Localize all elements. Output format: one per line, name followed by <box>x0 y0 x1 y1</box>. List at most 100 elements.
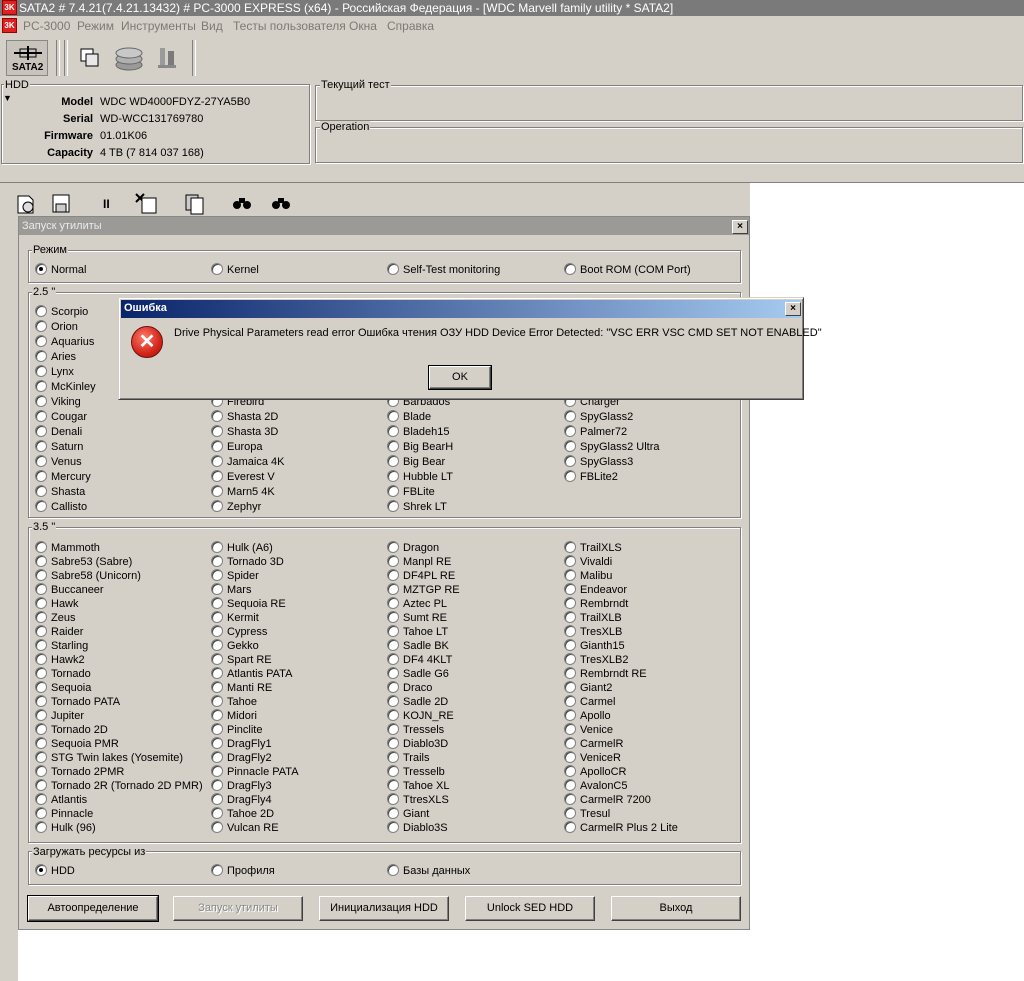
model-radio-3-5[interactable]: Rembrndt <box>564 597 628 610</box>
model-radio-3-5[interactable]: Tornado 3D <box>211 555 284 568</box>
model-radio-2-5[interactable]: Shasta 3D <box>211 425 278 438</box>
model-radio-2-5[interactable]: SpyGlass2 Ultra <box>564 440 659 453</box>
radio-button-icon[interactable] <box>564 410 576 422</box>
radio-button-icon[interactable] <box>35 765 47 777</box>
radio-button-icon[interactable] <box>35 821 47 833</box>
radio-button-icon[interactable] <box>211 864 223 876</box>
model-radio-2-5[interactable]: SpyGlass2 <box>564 410 633 423</box>
resource-source-radio[interactable]: HDD <box>35 864 75 877</box>
menu-view[interactable]: Вид <box>201 19 223 33</box>
radio-button-icon[interactable] <box>387 639 399 651</box>
model-radio-3-5[interactable]: Manti RE <box>211 681 272 694</box>
radio-button-icon[interactable] <box>387 821 399 833</box>
model-radio-3-5[interactable]: Sequoia RE <box>211 597 286 610</box>
radio-button-icon[interactable] <box>211 765 223 777</box>
radio-button-icon[interactable] <box>35 305 47 317</box>
model-radio-3-5[interactable]: DF4PL RE <box>387 569 455 582</box>
radio-button-icon[interactable] <box>387 695 399 707</box>
model-radio-3-5[interactable]: Hawk <box>35 597 79 610</box>
radio-button-icon[interactable] <box>564 821 576 833</box>
model-radio-3-5[interactable]: Hulk (96) <box>35 821 96 834</box>
model-radio-3-5[interactable]: Gekko <box>211 639 259 652</box>
radio-button-icon[interactable] <box>35 667 47 679</box>
radio-button-icon[interactable] <box>35 263 47 275</box>
model-radio-2-5[interactable]: FBLite <box>387 485 435 498</box>
radio-button-icon[interactable] <box>211 695 223 707</box>
model-radio-3-5[interactable]: MZTGP RE <box>387 583 460 596</box>
radio-button-icon[interactable] <box>564 583 576 595</box>
radio-button-icon[interactable] <box>35 320 47 332</box>
radio-button-icon[interactable] <box>387 625 399 637</box>
radio-button-icon[interactable] <box>387 611 399 623</box>
radio-button-icon[interactable] <box>35 751 47 763</box>
radio-button-icon[interactable] <box>387 807 399 819</box>
model-radio-2-5[interactable]: Palmer72 <box>564 425 627 438</box>
radio-button-icon[interactable] <box>211 470 223 482</box>
model-radio-2-5[interactable]: Zephyr <box>211 500 261 513</box>
model-radio-3-5[interactable]: ApolloCR <box>564 765 626 778</box>
model-radio-2-5[interactable]: Shrek LT <box>387 500 447 513</box>
autodetect-button[interactable]: Автоопределение <box>27 895 159 922</box>
radio-button-icon[interactable] <box>564 667 576 679</box>
radio-button-icon[interactable] <box>211 263 223 275</box>
model-radio-2-5[interactable]: Mercury <box>35 470 91 483</box>
radio-button-icon[interactable] <box>35 395 47 407</box>
model-radio-3-5[interactable]: DragFly3 <box>211 779 272 792</box>
radio-button-icon[interactable] <box>35 555 47 567</box>
radio-button-icon[interactable] <box>564 737 576 749</box>
model-radio-3-5[interactable]: Hulk (A6) <box>211 541 273 554</box>
radio-button-icon[interactable] <box>211 625 223 637</box>
radio-button-icon[interactable] <box>387 485 399 497</box>
model-radio-3-5[interactable]: Carmel <box>564 695 615 708</box>
radio-button-icon[interactable] <box>564 611 576 623</box>
radio-button-icon[interactable] <box>564 695 576 707</box>
radio-button-icon[interactable] <box>35 365 47 377</box>
model-radio-2-5[interactable]: Hubble LT <box>387 470 453 483</box>
model-radio-3-5[interactable]: Tresul <box>564 807 610 820</box>
radio-button-icon[interactable] <box>35 681 47 693</box>
model-radio-3-5[interactable]: AvalonC5 <box>564 779 628 792</box>
unlock-sed-button[interactable]: Unlock SED HDD <box>465 896 595 921</box>
radio-button-icon[interactable] <box>564 263 576 275</box>
model-radio-3-5[interactable]: Jupiter <box>35 709 84 722</box>
error-dialog-close-button[interactable]: × <box>785 302 801 316</box>
menu-help[interactable]: Справка <box>387 19 434 33</box>
model-radio-3-5[interactable]: Sequoia <box>35 681 91 694</box>
radio-button-icon[interactable] <box>35 455 47 467</box>
model-radio-3-5[interactable]: Tahoe LT <box>387 625 448 638</box>
radio-button-icon[interactable] <box>387 500 399 512</box>
radio-button-icon[interactable] <box>387 737 399 749</box>
model-radio-2-5[interactable]: SpyGlass3 <box>564 455 633 468</box>
model-radio-3-5[interactable]: Tahoe <box>211 695 257 708</box>
gear-document-icon[interactable] <box>14 192 38 216</box>
radio-button-icon[interactable] <box>564 440 576 452</box>
model-radio-3-5[interactable]: Aztec PL <box>387 597 447 610</box>
radio-button-icon[interactable] <box>564 793 576 805</box>
radio-button-icon[interactable] <box>35 569 47 581</box>
radio-button-icon[interactable] <box>35 695 47 707</box>
model-radio-3-5[interactable]: TrailXLS <box>564 541 622 554</box>
model-radio-3-5[interactable]: Tressels <box>387 723 444 736</box>
radio-button-icon[interactable] <box>211 611 223 623</box>
radio-button-icon[interactable] <box>211 555 223 567</box>
model-radio-3-5[interactable]: Sadle BK <box>387 639 449 652</box>
radio-button-icon[interactable] <box>387 410 399 422</box>
model-radio-3-5[interactable]: Pinnacle <box>35 807 93 820</box>
model-radio-3-5[interactable]: Sequoia PMR <box>35 737 119 750</box>
model-radio-3-5[interactable]: Tornado PATA <box>35 695 120 708</box>
model-radio-3-5[interactable]: Raider <box>35 625 83 638</box>
radio-button-icon[interactable] <box>211 793 223 805</box>
mode-option-radio[interactable]: Boot ROM (COM Port) <box>564 263 691 276</box>
model-radio-3-5[interactable]: CarmelR <box>564 737 623 750</box>
model-radio-3-5[interactable]: Mammoth <box>35 541 100 554</box>
radio-button-icon[interactable] <box>564 455 576 467</box>
model-radio-3-5[interactable]: Tresselb <box>387 765 445 778</box>
model-radio-3-5[interactable]: Sadle G6 <box>387 667 449 680</box>
radio-button-icon[interactable] <box>35 425 47 437</box>
model-radio-3-5[interactable]: Sabre53 (Sabre) <box>35 555 132 568</box>
radio-button-icon[interactable] <box>35 723 47 735</box>
model-radio-3-5[interactable]: Manpl RE <box>387 555 451 568</box>
radio-button-icon[interactable] <box>211 425 223 437</box>
radio-button-icon[interactable] <box>564 709 576 721</box>
radio-button-icon[interactable] <box>35 807 47 819</box>
